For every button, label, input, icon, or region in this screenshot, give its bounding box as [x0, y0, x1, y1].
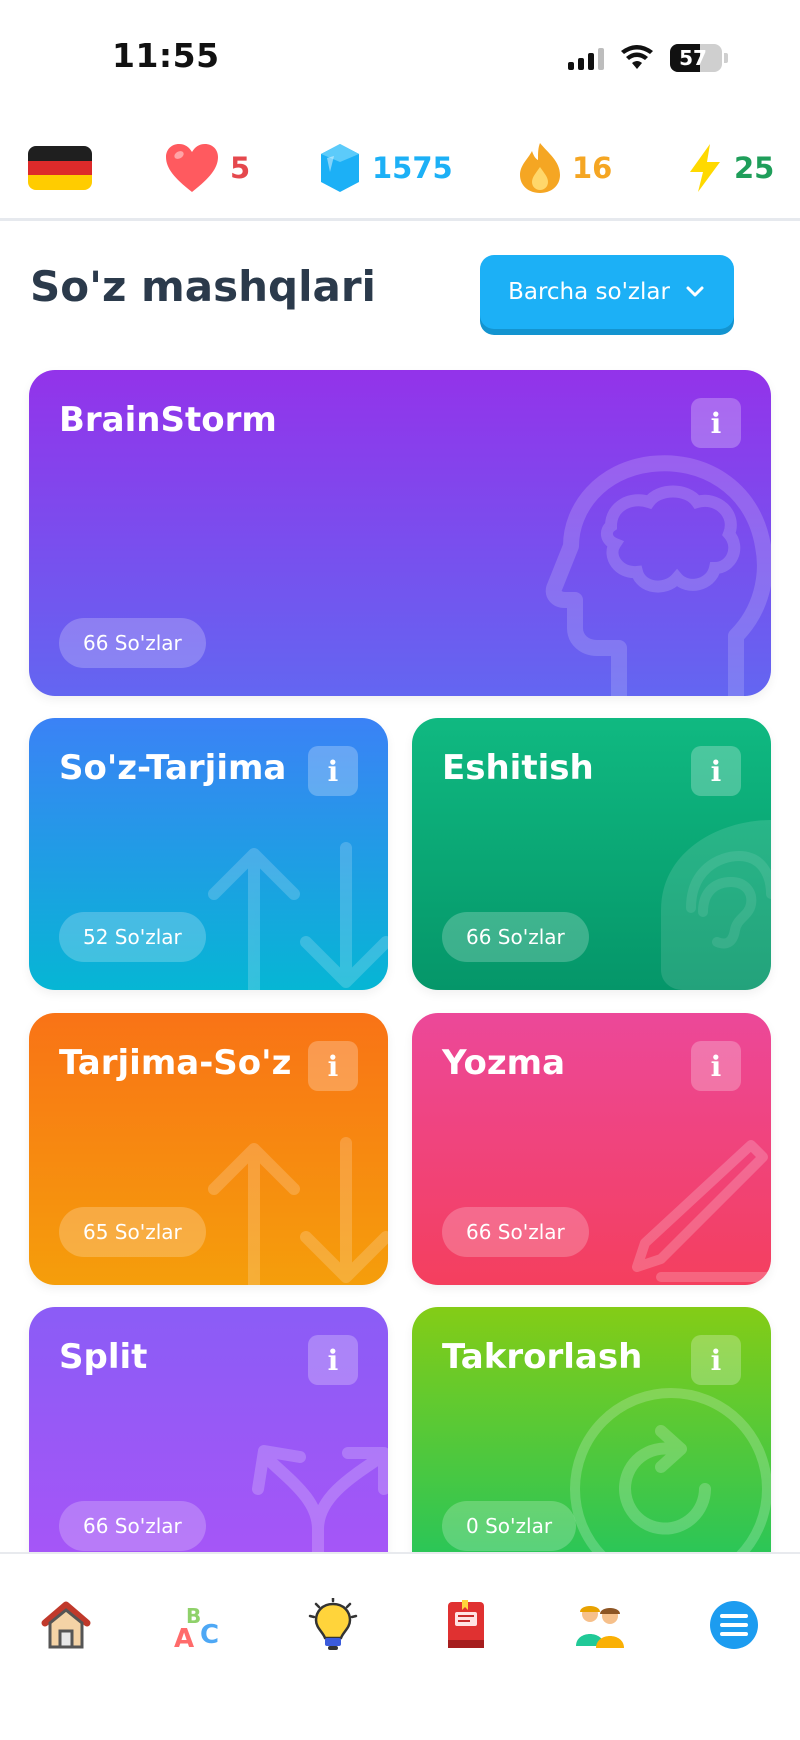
info-button[interactable]: i — [691, 746, 741, 796]
home-icon — [41, 1601, 91, 1649]
status-icons: 57 — [568, 40, 728, 76]
exercise-card-split[interactable]: Split i 66 So'zlar — [29, 1307, 388, 1579]
info-button[interactable]: i — [308, 1041, 358, 1091]
tab-alphabet[interactable]: B A C — [165, 1590, 235, 1660]
wifi-icon — [621, 45, 653, 69]
swap-arrows-icon — [208, 1137, 388, 1285]
card-title: Eshitish — [442, 748, 594, 788]
info-button[interactable]: i — [308, 746, 358, 796]
hearts-stat[interactable]: 5 — [164, 140, 250, 196]
flame-icon — [520, 143, 560, 193]
germany-flag-icon[interactable] — [28, 146, 92, 190]
status-bar: 11:55 57 — [0, 0, 800, 110]
lightbulb-icon — [308, 1598, 358, 1650]
tab-dictionary[interactable] — [431, 1590, 501, 1660]
swap-arrows-icon — [208, 842, 388, 990]
heart-icon — [166, 144, 218, 192]
brain-head-icon — [545, 455, 771, 696]
info-button[interactable]: i — [691, 398, 741, 448]
status-time: 11:55 — [112, 36, 220, 75]
tab-community[interactable] — [565, 1590, 635, 1660]
card-title: Split — [59, 1337, 148, 1377]
exercise-card-eshitish[interactable]: Eshitish i 66 So'zlar — [412, 718, 771, 990]
word-count-badge: 66 So'zlar — [59, 618, 206, 668]
repeat-icon — [570, 1388, 771, 1579]
book-icon — [448, 1600, 484, 1648]
word-count-badge: 0 So'zlar — [442, 1501, 577, 1551]
lightning-icon — [690, 144, 720, 192]
battery-icon: 57 — [670, 44, 722, 72]
exercise-card-takrorlash[interactable]: Takrorlash i 0 So'zlar — [412, 1307, 771, 1579]
svg-text:C: C — [200, 1620, 219, 1650]
card-title: So'z-Tarjima — [59, 748, 287, 788]
word-filter-dropdown[interactable]: Barcha so'zlar — [480, 255, 734, 329]
hearts-count: 5 — [230, 151, 251, 185]
stats-bar: 5 1575 16 25 — [0, 118, 800, 221]
streak-count: 16 — [572, 151, 613, 185]
gems-stat[interactable]: 1575 — [318, 140, 453, 196]
info-button[interactable]: i — [308, 1335, 358, 1385]
card-title: Takrorlash — [442, 1337, 643, 1377]
streak-stat[interactable]: 16 — [518, 140, 612, 196]
card-title: BrainStorm — [59, 400, 277, 440]
people-icon — [576, 1606, 624, 1648]
chevron-down-icon — [686, 286, 704, 297]
word-count-badge: 65 So'zlar — [59, 1207, 206, 1257]
exercise-card-soz-tarjima[interactable]: So'z-Tarjima i 52 So'zlar — [29, 718, 388, 990]
tab-ideas[interactable] — [298, 1590, 368, 1660]
bottom-tab-bar: B A C — [0, 1552, 800, 1740]
pencil-icon — [632, 1140, 771, 1282]
battery-level: 57 — [679, 46, 707, 70]
xp-stat[interactable]: 25 — [686, 140, 774, 196]
menu-icon — [710, 1601, 758, 1649]
xp-count: 25 — [734, 151, 775, 185]
word-count-badge: 52 So'zlar — [59, 912, 206, 962]
exercise-card-tarjima-soz[interactable]: Tarjima-So'z i 65 So'zlar — [29, 1013, 388, 1285]
info-button[interactable]: i — [691, 1041, 741, 1091]
exercise-card-brainstorm[interactable]: BrainStorm i 66 So'zlar — [29, 370, 771, 696]
word-count-badge: 66 So'zlar — [59, 1501, 206, 1551]
cellular-signal-icon — [568, 46, 604, 70]
card-title: Tarjima-So'z — [59, 1043, 292, 1083]
card-title: Yozma — [442, 1043, 566, 1083]
gems-count: 1575 — [372, 151, 453, 185]
abc-icon: B A C — [174, 1604, 219, 1651]
page-title: So'z mashqlari — [30, 262, 376, 311]
tab-home[interactable] — [31, 1590, 101, 1660]
filter-label: Barcha so'zlar — [508, 279, 670, 305]
ear-icon — [661, 820, 771, 990]
gem-icon — [321, 144, 359, 192]
info-button[interactable]: i — [691, 1335, 741, 1385]
tab-menu[interactable] — [699, 1590, 769, 1660]
exercise-card-yozma[interactable]: Yozma i 66 So'zlar — [412, 1013, 771, 1285]
word-count-badge: 66 So'zlar — [442, 912, 589, 962]
svg-text:A: A — [174, 1624, 194, 1651]
word-count-badge: 66 So'zlar — [442, 1207, 589, 1257]
